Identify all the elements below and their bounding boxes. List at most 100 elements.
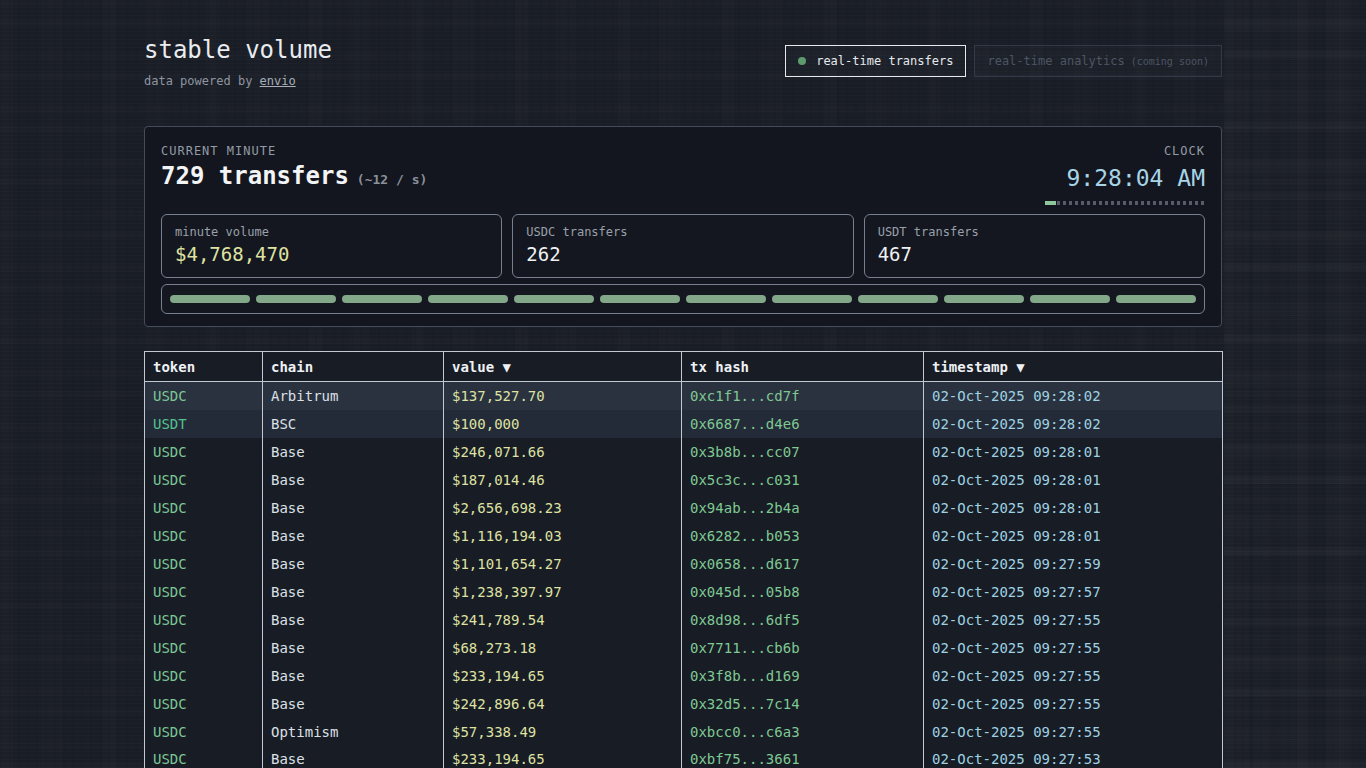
current-minute-label: CURRENT MINUTE: [161, 144, 427, 158]
activity-bar-segment: [428, 295, 508, 303]
cell-token: USDC: [145, 438, 263, 466]
cell-tx[interactable]: 0x94ab...2b4a: [682, 494, 924, 522]
cell-timestamp: 02-Oct-2025 09:28:02: [924, 382, 1223, 410]
cell-token: USDC: [145, 634, 263, 662]
cell-value: $137,527.70: [444, 382, 682, 410]
activity-bar-segment: [1116, 295, 1196, 303]
transfer-row: USDCBase$1,238,397.970x045d...05b802-Oct…: [145, 578, 1223, 606]
column-header-token[interactable]: token: [145, 352, 263, 382]
cell-tx[interactable]: 0x3f8b...d169: [682, 662, 924, 690]
cell-tx[interactable]: 0x5c3c...c031: [682, 466, 924, 494]
live-dot-icon: [798, 57, 806, 65]
cell-token: USDC: [145, 578, 263, 606]
transfer-row: USDCBase$233,194.650x3f8b...d16902-Oct-2…: [145, 662, 1223, 690]
stat-card-minute-volume: minute volume $4,768,470: [161, 214, 502, 278]
transfer-row: USDCBase$242,896.640x32d5...7c1402-Oct-2…: [145, 690, 1223, 718]
transfer-row: USDCBase$233,194.650xbf75...366102-Oct-2…: [145, 746, 1223, 768]
cell-token: USDC: [145, 382, 263, 410]
tab-analytics-label: real-time analytics: [987, 54, 1124, 68]
stat-label: minute volume: [175, 225, 488, 239]
cell-chain: Base: [263, 634, 444, 662]
column-header-chain[interactable]: chain: [263, 352, 444, 382]
cell-chain: Base: [263, 550, 444, 578]
cell-value: $100,000: [444, 410, 682, 438]
transfer-rate: (~12 / s): [357, 172, 427, 187]
cell-value: $233,194.65: [444, 746, 682, 768]
stat-label: USDC transfers: [526, 225, 839, 239]
transfer-row: USDCBase$241,789.540x8d98...6df502-Oct-2…: [145, 606, 1223, 634]
cell-chain: Arbitrum: [263, 382, 444, 410]
activity-bar-segment: [170, 295, 250, 303]
stat-label: USDT transfers: [878, 225, 1191, 239]
activity-bar-segment: [1030, 295, 1110, 303]
cell-tx[interactable]: 0x32d5...7c14: [682, 690, 924, 718]
cell-token: USDC: [145, 746, 263, 768]
clock-time: 9:28:04 AM: [1045, 165, 1205, 191]
tab-realtime-transfers[interactable]: real-time transfers: [785, 45, 966, 77]
tab-analytics-badge: (coming soon): [1131, 56, 1209, 67]
cell-chain: Base: [263, 690, 444, 718]
column-header-timestamp[interactable]: timestamp ▼: [924, 352, 1223, 382]
cell-value: $233,194.65: [444, 662, 682, 690]
clock-progress-fill: [1045, 201, 1056, 205]
hero-left: CURRENT MINUTE 729 transfers (~12 / s): [161, 144, 427, 190]
cell-tx[interactable]: 0x045d...05b8: [682, 578, 924, 606]
cell-tx[interactable]: 0x6687...d4e6: [682, 410, 924, 438]
cell-timestamp: 02-Oct-2025 09:27:53: [924, 746, 1223, 768]
envio-link[interactable]: envio: [260, 74, 296, 88]
activity-bar-segment: [600, 295, 680, 303]
cell-tx[interactable]: 0xc1f1...cd7f: [682, 382, 924, 410]
page-title: stable volume: [144, 36, 332, 64]
minute-activity-bars: [161, 284, 1205, 314]
cell-tx[interactable]: 0xbf75...3661: [682, 746, 924, 768]
table-body: USDCArbitrum$137,527.700xc1f1...cd7f02-O…: [145, 382, 1223, 768]
transfer-row: USDCBase$68,273.180x7711...cb6b02-Oct-20…: [145, 634, 1223, 662]
transfer-count: 729 transfers: [161, 162, 349, 190]
transfer-count-line: 729 transfers (~12 / s): [161, 162, 427, 190]
column-header-tx[interactable]: tx hash: [682, 352, 924, 382]
cell-token: USDC: [145, 662, 263, 690]
cell-token: USDC: [145, 522, 263, 550]
subtitle: data powered by envio: [144, 74, 332, 88]
cell-token: USDC: [145, 718, 263, 746]
transfer-row: USDCOptimism$57,338.490xbcc0...c6a302-Oc…: [145, 718, 1223, 746]
activity-bar-segment: [858, 295, 938, 303]
cell-chain: Base: [263, 606, 444, 634]
cell-tx[interactable]: 0x0658...d617: [682, 550, 924, 578]
cell-value: $1,116,194.03: [444, 522, 682, 550]
activity-bar-segment: [772, 295, 852, 303]
cell-timestamp: 02-Oct-2025 09:27:55: [924, 690, 1223, 718]
cell-value: $68,273.18: [444, 634, 682, 662]
activity-bar-segment: [342, 295, 422, 303]
cell-token: USDT: [145, 410, 263, 438]
cell-value: $242,896.64: [444, 690, 682, 718]
stat-value: 467: [878, 243, 1191, 265]
cell-timestamp: 02-Oct-2025 09:27:59: [924, 550, 1223, 578]
cell-tx[interactable]: 0x6282...b053: [682, 522, 924, 550]
stat-card-usdt-transfers: USDT transfers 467: [864, 214, 1205, 278]
tab-realtime-analytics[interactable]: real-time analytics (coming soon): [974, 45, 1222, 77]
cell-token: USDC: [145, 690, 263, 718]
cell-tx[interactable]: 0x3b8b...cc07: [682, 438, 924, 466]
stat-card-usdc-transfers: USDC transfers262: [512, 214, 853, 278]
brand: stable volume data powered by envio: [144, 36, 332, 88]
transfer-row: USDCBase$1,116,194.030x6282...b05302-Oct…: [145, 522, 1223, 550]
cell-timestamp: 02-Oct-2025 09:28:01: [924, 438, 1223, 466]
cell-timestamp: 02-Oct-2025 09:28:02: [924, 410, 1223, 438]
transfer-row: USDCBase$187,014.460x5c3c...c03102-Oct-2…: [145, 466, 1223, 494]
cell-chain: Base: [263, 466, 444, 494]
cell-chain: Base: [263, 494, 444, 522]
cell-tx[interactable]: 0xbcc0...c6a3: [682, 718, 924, 746]
cell-tx[interactable]: 0x7711...cb6b: [682, 634, 924, 662]
cell-token: USDC: [145, 550, 263, 578]
transfer-row: USDTBSC$100,0000x6687...d4e602-Oct-2025 …: [145, 410, 1223, 438]
cell-timestamp: 02-Oct-2025 09:28:01: [924, 494, 1223, 522]
transfers-table: tokenchainvalue ▼tx hashtimestamp ▼ USDC…: [144, 351, 1223, 768]
view-tabs: real-time transfers real-time analytics …: [785, 45, 1222, 77]
stat-value: $4,768,470: [175, 243, 488, 265]
cell-value: $187,014.46: [444, 466, 682, 494]
clock-label: CLOCK: [1045, 144, 1205, 158]
cell-tx[interactable]: 0x8d98...6df5: [682, 606, 924, 634]
cell-chain: Base: [263, 662, 444, 690]
column-header-value[interactable]: value ▼: [444, 352, 682, 382]
